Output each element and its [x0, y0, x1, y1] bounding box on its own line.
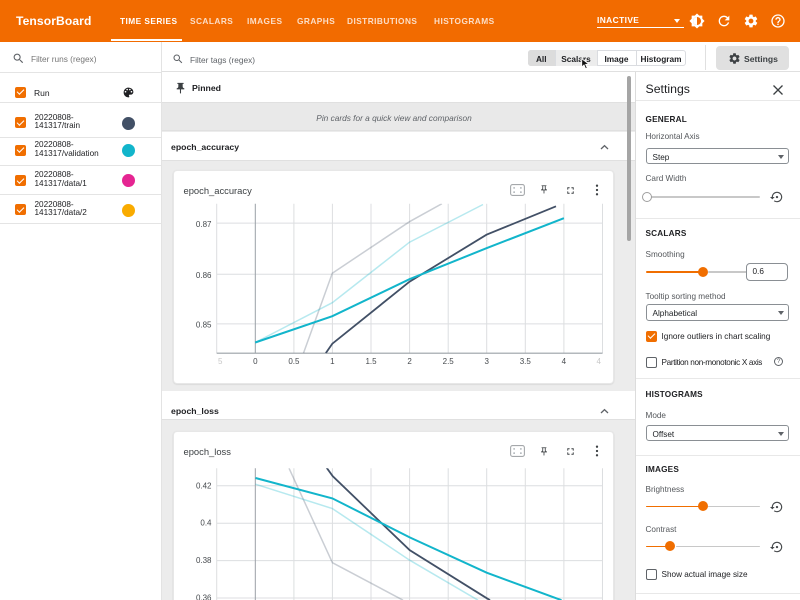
- svg-text:3.5: 3.5: [520, 357, 532, 366]
- svg-text:0.87: 0.87: [196, 220, 212, 229]
- svg-text:0: 0: [253, 357, 258, 366]
- svg-text:2.5: 2.5: [443, 357, 455, 366]
- svg-text:0.38: 0.38: [196, 556, 212, 565]
- svg-text:1.5: 1.5: [365, 357, 377, 366]
- svg-text:5: 5: [218, 357, 223, 366]
- svg-text:4: 4: [562, 357, 567, 366]
- svg-text:0.86: 0.86: [196, 271, 212, 280]
- svg-text:0.4: 0.4: [200, 518, 212, 527]
- svg-text:4: 4: [597, 357, 602, 366]
- svg-text:2: 2: [407, 357, 412, 366]
- svg-text:0.5: 0.5: [288, 357, 300, 366]
- svg-text:0.85: 0.85: [196, 321, 212, 330]
- svg-text:1: 1: [330, 357, 335, 366]
- svg-text:3: 3: [484, 357, 489, 366]
- svg-text:0.42: 0.42: [196, 481, 212, 490]
- svg-text:0.36: 0.36: [196, 593, 212, 600]
